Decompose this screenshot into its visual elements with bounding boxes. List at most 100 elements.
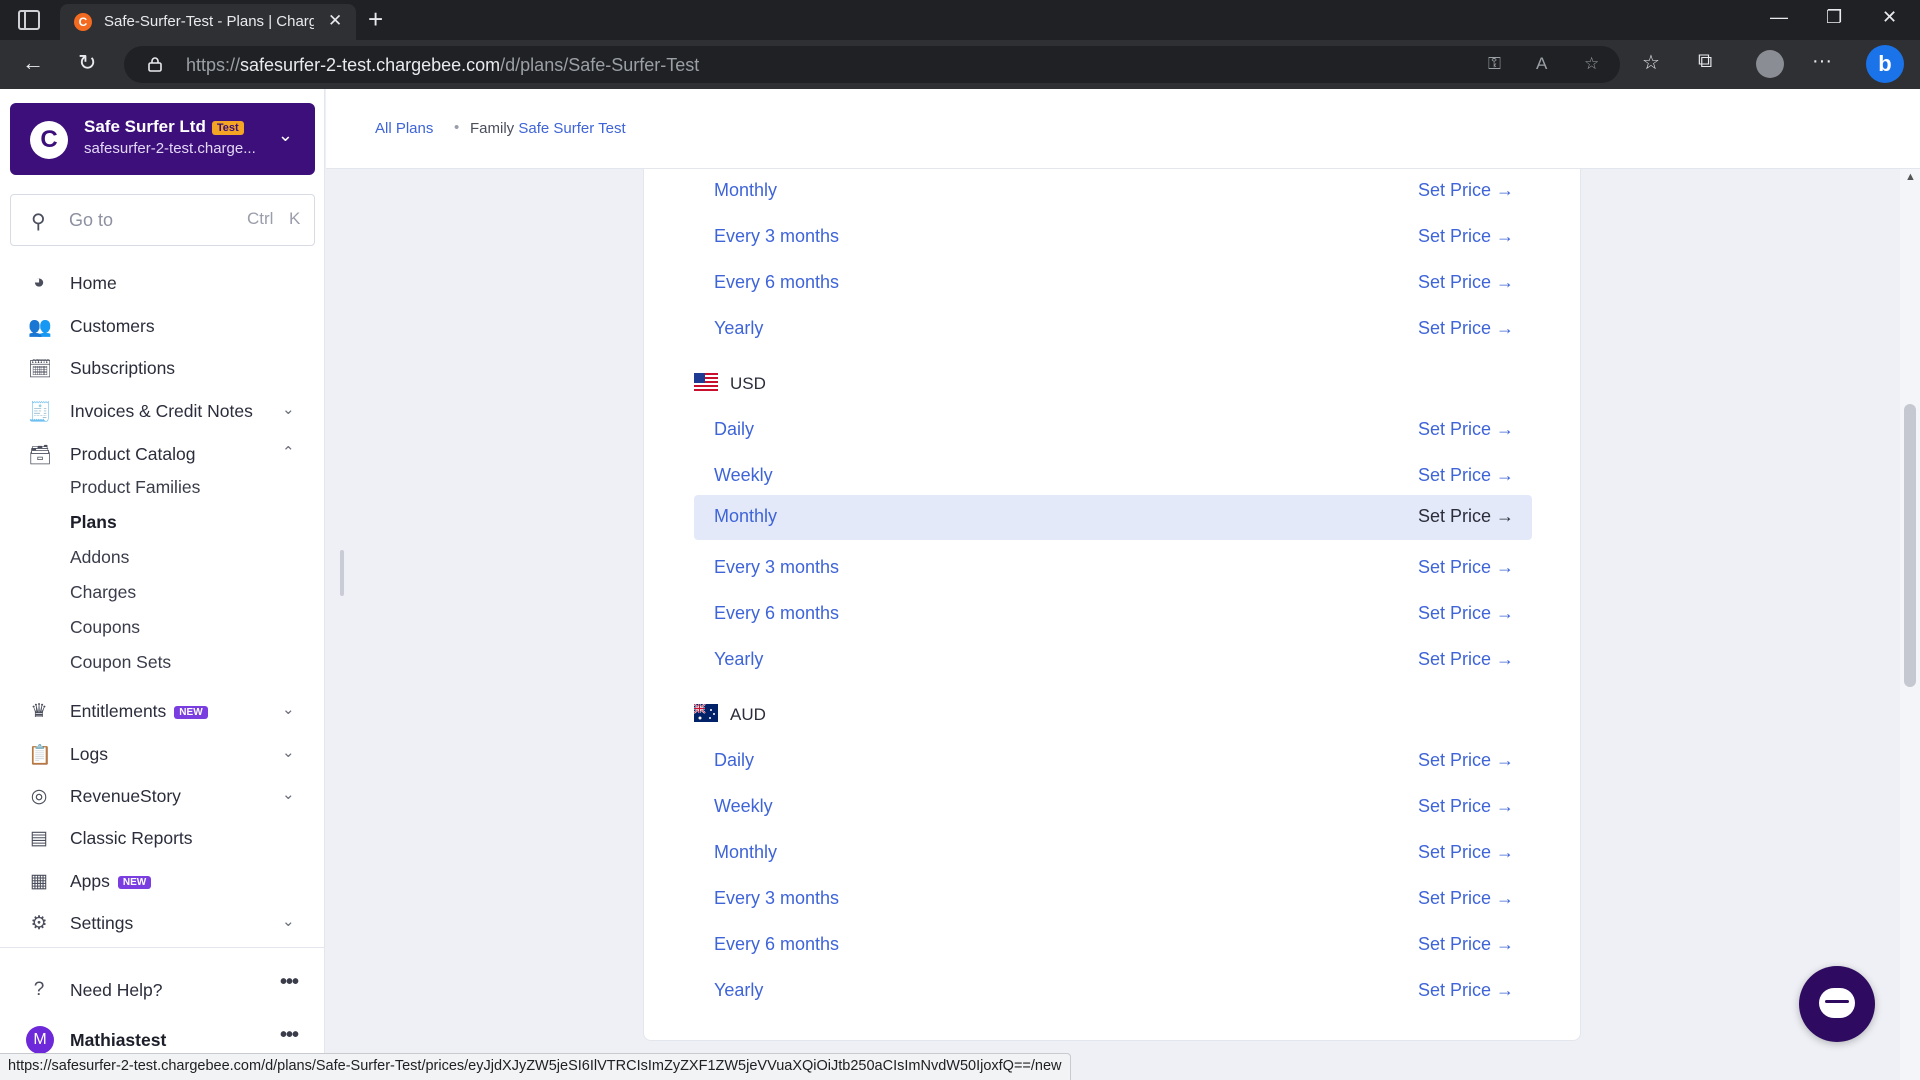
price-row[interactable]: Yearly Set Price → [694, 307, 1532, 352]
nav-subscriptions[interactable]: 🗓 Subscriptions [0, 350, 325, 386]
browser-tab-active[interactable]: C Safe-Surfer-Test - Plans | Chargebee ✕ [60, 4, 356, 40]
set-price-link[interactable]: Set Price → [1418, 980, 1514, 1001]
price-row-hovered[interactable]: Monthly Set Price → [694, 495, 1532, 540]
price-row[interactable]: Every 6 months Set Price → [694, 923, 1532, 968]
chevron-down-icon: ⌄ [282, 913, 295, 930]
reload-icon[interactable]: ↻ [78, 50, 96, 76]
set-price-link[interactable]: Set Price → [1418, 506, 1514, 527]
price-row[interactable]: Weekly Set Price → [694, 785, 1532, 830]
breadcrumb-all-plans[interactable]: All Plans [375, 120, 433, 137]
restore-icon[interactable]: ❐ [1826, 7, 1842, 28]
nav-apps[interactable]: ▦ Apps NEW [0, 863, 325, 899]
collections-icon[interactable]: ⧉ [1698, 50, 1712, 73]
back-icon[interactable]: ← [22, 50, 44, 76]
nav-customers[interactable]: 👥 Customers [0, 308, 325, 344]
nav-coupon-sets[interactable]: Coupon Sets [70, 652, 171, 673]
goto-input[interactable] [69, 210, 229, 231]
set-price-link[interactable]: Set Price → [1418, 557, 1514, 578]
nav-product-families[interactable]: Product Families [70, 477, 200, 498]
shortcut-key-k: K [289, 209, 301, 228]
nav-plans[interactable]: Plans [70, 512, 117, 533]
chargebee-logo-icon: C [30, 121, 68, 159]
dashboard-icon: ◕ [33, 272, 45, 293]
set-price-link[interactable]: Set Price → [1418, 180, 1514, 201]
set-price-link[interactable]: Set Price → [1418, 842, 1514, 863]
key-icon[interactable]: ⚿ [1488, 54, 1501, 74]
set-price-link[interactable]: Set Price → [1418, 750, 1514, 771]
new-tab-icon[interactable]: + [368, 4, 383, 35]
avatar[interactable]: M [26, 1026, 54, 1054]
org-switcher[interactable]: C Safe Surfer Ltd Test safesurfer-2-test.… [10, 103, 315, 175]
nav-revenuestory[interactable]: ◎ RevenueStory ⌄ [0, 778, 325, 814]
scrollbar-thumb[interactable] [1904, 404, 1916, 687]
address-bar[interactable]: https://safesurfer-2-test.chargebee.com/… [124, 46, 1620, 83]
us-flag-icon [694, 373, 718, 391]
set-price-link[interactable]: Set Price → [1418, 272, 1514, 293]
test-badge: Test [211, 120, 244, 135]
set-price-link[interactable]: Set Price → [1418, 649, 1514, 670]
lock-icon [148, 57, 162, 72]
org-subdomain: safesurfer-2-test.charge... [84, 140, 256, 157]
nav-entitlements[interactable]: ♛ Entitlements NEW ⌄ [0, 693, 325, 729]
nav-home[interactable]: ◕ Home [0, 265, 325, 301]
nav-settings[interactable]: ⚙ Settings ⌄ [0, 905, 325, 941]
nav-addons[interactable]: Addons [70, 547, 129, 568]
tab-actions-icon[interactable] [18, 10, 40, 30]
more-menu-icon[interactable]: ··· [1812, 50, 1832, 73]
set-price-link[interactable]: Set Price → [1418, 419, 1514, 440]
profile-avatar[interactable] [1756, 50, 1784, 78]
nav-need-help[interactable]: ? Need Help? [0, 972, 325, 1008]
url-text[interactable]: https://safesurfer-2-test.chargebee.com/… [186, 55, 699, 76]
invoice-icon: 🧾 [28, 402, 52, 423]
sidebar-resize-handle[interactable] [340, 550, 344, 596]
set-price-link[interactable]: Set Price → [1418, 888, 1514, 909]
logs-icon: 📋 [28, 745, 52, 766]
nav-logs[interactable]: 📋 Logs ⌄ [0, 736, 325, 772]
status-bar-url: https://safesurfer-2-test.chargebee.com/… [0, 1053, 1071, 1080]
price-row[interactable]: Monthly Set Price → [694, 169, 1532, 214]
scroll-up-icon[interactable]: ▲ [1905, 171, 1916, 183]
nav-classic-reports[interactable]: ▤ Classic Reports [0, 820, 325, 856]
new-badge: NEW [174, 705, 208, 719]
price-row[interactable]: Every 6 months Set Price → [694, 592, 1532, 637]
nav-invoices[interactable]: 🧾 Invoices & Credit Notes ⌄ [0, 393, 325, 429]
add-favorite-icon[interactable]: ☆ [1584, 54, 1599, 74]
goto-search[interactable]: ⚲ Ctrl K [10, 194, 315, 246]
favorites-icon[interactable]: ☆ [1642, 50, 1660, 75]
nav-charges[interactable]: Charges [70, 582, 136, 603]
close-window-icon[interactable]: ✕ [1882, 7, 1897, 28]
chat-support-button[interactable] [1799, 966, 1875, 1042]
help-more-icon[interactable]: ••• [280, 971, 299, 994]
minimize-icon[interactable]: — [1770, 7, 1788, 28]
price-row[interactable]: Monthly Set Price → [694, 831, 1532, 876]
app-sidebar: C Safe Surfer Ltd Test safesurfer-2-test.… [0, 89, 325, 1080]
chevron-down-icon: ⌄ [282, 786, 295, 803]
price-row[interactable]: Every 3 months Set Price → [694, 546, 1532, 591]
set-price-link[interactable]: Set Price → [1418, 465, 1514, 486]
price-row[interactable]: Every 3 months Set Price → [694, 877, 1532, 922]
set-price-link[interactable]: Set Price → [1418, 318, 1514, 339]
price-row[interactable]: Yearly Set Price → [694, 638, 1532, 683]
chevron-up-icon: ⌃ [282, 444, 295, 461]
set-price-link[interactable]: Set Price → [1418, 796, 1514, 817]
breadcrumb-family-link[interactable]: Safe Surfer Test [518, 120, 625, 137]
nav-product-catalog[interactable]: 🗃 Product Catalog ⌃ [0, 436, 325, 472]
page-scrollbar[interactable]: ▲ [1900, 169, 1920, 1080]
price-row[interactable]: Every 3 months Set Price → [694, 215, 1532, 260]
chevron-down-icon: ⌄ [282, 701, 295, 718]
price-row[interactable]: Weekly Set Price → [694, 454, 1532, 499]
price-row[interactable]: Yearly Set Price → [694, 969, 1532, 1014]
set-price-link[interactable]: Set Price → [1418, 226, 1514, 247]
price-row[interactable]: Daily Set Price → [694, 408, 1532, 453]
nav-coupons[interactable]: Coupons [70, 617, 140, 638]
price-row[interactable]: Every 6 months Set Price → [694, 261, 1532, 306]
bing-copilot-icon[interactable]: b [1866, 45, 1904, 83]
set-price-link[interactable]: Set Price → [1418, 934, 1514, 955]
price-row[interactable]: Daily Set Price → [694, 739, 1532, 784]
set-price-link[interactable]: Set Price → [1418, 603, 1514, 624]
user-more-icon[interactable]: ••• [280, 1024, 299, 1047]
user-name[interactable]: Mathiastest [70, 1030, 166, 1051]
revenuestory-icon: ◎ [30, 786, 48, 807]
close-tab-icon[interactable]: ✕ [328, 11, 342, 31]
read-aloud-icon[interactable]: A [1536, 54, 1547, 74]
